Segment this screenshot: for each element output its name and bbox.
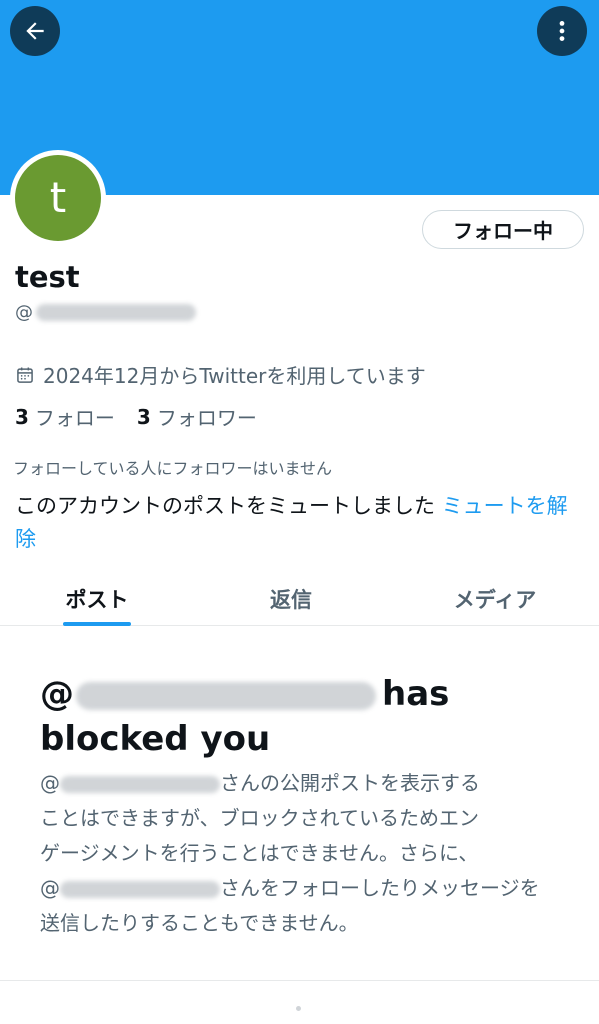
- blocked-line-5: 送信したりすることもできません。: [40, 911, 359, 935]
- joined-date: 2024年12月からTwitterを利用しています: [15, 360, 426, 389]
- profile-tabs: ポスト 返信 メディア: [0, 572, 599, 626]
- blocked-description: @ さんの公開ポストを表示する ことはできますが、ブロックされているためエン ゲー…: [40, 766, 570, 941]
- blocked-line-4: @ さんをフォローしたりメッセージを: [40, 871, 570, 906]
- redacted-handle: [60, 776, 220, 793]
- handle: @: [15, 302, 196, 323]
- muted-text: このアカウントのポストをミュートしました: [15, 494, 435, 518]
- avatar: t: [15, 155, 101, 241]
- followers-stat[interactable]: 3 フォロワー: [137, 402, 257, 431]
- followers-label: フォロワー: [156, 406, 257, 430]
- calendar-icon: [17, 367, 33, 383]
- blocked-line-1-text: さんの公開ポストを表示する: [220, 771, 480, 795]
- following-label: フォロー: [34, 406, 115, 430]
- arrow-left-icon: [26, 22, 44, 40]
- redacted-handle: [36, 304, 196, 321]
- redacted-handle: [60, 881, 220, 898]
- handle-prefix: @: [15, 302, 33, 323]
- tab-media[interactable]: メディア: [430, 572, 560, 626]
- joined-text: 2024年12月からTwitterを利用しています: [43, 364, 426, 388]
- more-vertical-icon: [559, 21, 565, 41]
- back-button[interactable]: [10, 6, 60, 56]
- following-count: 3: [15, 404, 29, 429]
- following-stat[interactable]: 3 フォロー: [15, 402, 115, 431]
- muted-notice: このアカウントのポストをミュートしました ミュートを解除: [15, 490, 585, 556]
- avatar-container[interactable]: t: [10, 150, 106, 246]
- no-known-followers-text: フォローしている人にフォロワーはいません: [13, 459, 333, 478]
- blocked-line-4-text: さんをフォローしたりメッセージを: [220, 876, 540, 900]
- loading-dot: [296, 1006, 301, 1011]
- followers-count: 3: [136, 404, 151, 429]
- divider: [0, 980, 599, 981]
- display-name: test: [15, 260, 80, 294]
- blocked-line-1: @ さんの公開ポストを表示する: [40, 766, 570, 801]
- follow-stats: 3 フォロー 3 フォロワー: [15, 402, 279, 431]
- blocked-title-at: @: [40, 674, 74, 714]
- redacted-handle: [76, 681, 376, 710]
- handle-prefix: @: [40, 771, 60, 795]
- tab-replies[interactable]: 返信: [241, 572, 341, 626]
- more-options-button[interactable]: [537, 6, 587, 56]
- following-button[interactable]: フォロー中: [422, 210, 584, 249]
- blocked-line-2: ことはできますが、ブロックされているためエン: [40, 806, 479, 830]
- active-tab-indicator: [63, 622, 131, 626]
- blocked-line-3: ゲージメントを行うことはできません。さらに、: [40, 841, 479, 865]
- blocked-title: @ has blocked you: [40, 672, 570, 762]
- handle-prefix: @: [40, 876, 60, 900]
- tab-posts[interactable]: ポスト: [47, 572, 147, 626]
